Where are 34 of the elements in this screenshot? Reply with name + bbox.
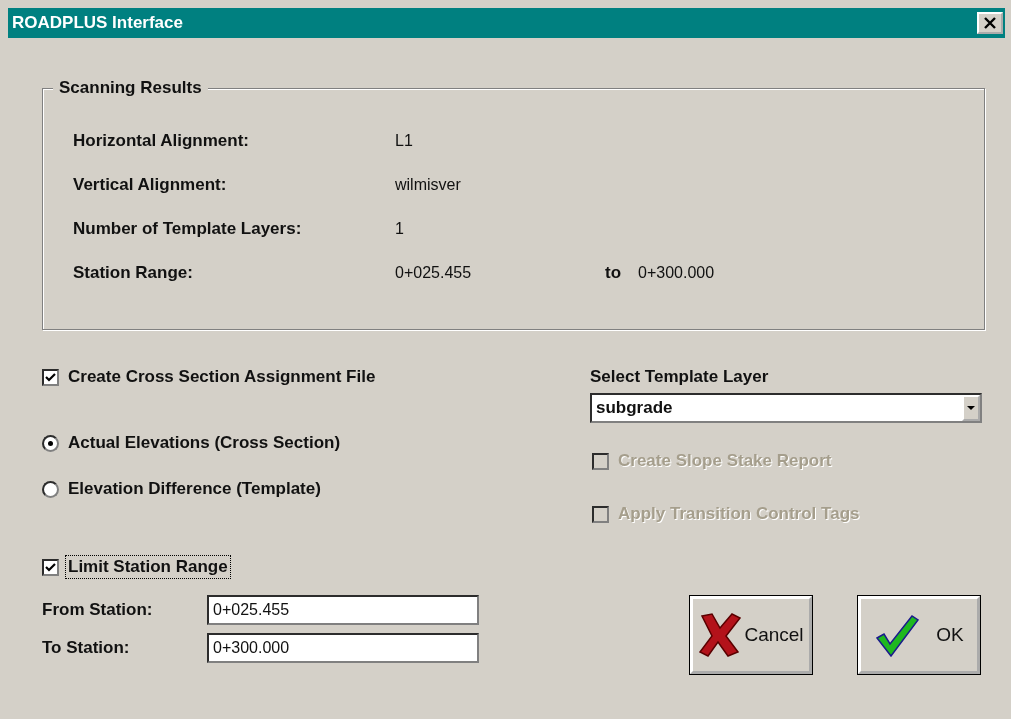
- result-value: 0+025.455: [395, 263, 472, 282]
- station-field[interactable]: 0+025.455: [207, 595, 479, 625]
- checkbox[interactable]: [42, 558, 59, 576]
- result-value: wilmisver: [395, 175, 461, 194]
- ok-button[interactable]: OK: [858, 596, 980, 674]
- station-field[interactable]: 0+300.000: [207, 633, 479, 663]
- close-button[interactable]: [977, 12, 1003, 34]
- cancel-button[interactable]: Cancel: [690, 596, 812, 674]
- result-value: L1: [395, 131, 413, 150]
- radio-label[interactable]: Actual Elevations (Cross Section): [66, 432, 343, 454]
- checkbox-label[interactable]: Create Cross Section Assignment File: [66, 366, 378, 388]
- check-icon: [45, 561, 56, 573]
- to-label: to: [605, 262, 623, 283]
- result-value: 0+300.000: [638, 263, 715, 282]
- checkbox[interactable]: [42, 368, 59, 386]
- result-value: 1: [395, 219, 404, 238]
- check-icon: [45, 371, 56, 383]
- field-label: From Station:: [42, 600, 154, 620]
- group-title: Scanning Results: [53, 78, 208, 98]
- close-icon: [983, 17, 997, 29]
- field-label: To Station:: [42, 638, 131, 658]
- result-label: Number of Template Layers:: [73, 218, 303, 239]
- cross-icon: [698, 612, 743, 658]
- template-layer-dropdown[interactable]: subgrade: [590, 393, 982, 423]
- window-title: ROADPLUS Interface: [12, 13, 183, 33]
- radio-label[interactable]: Elevation Difference (Template): [66, 478, 323, 500]
- result-label: Station Range:: [73, 262, 194, 283]
- radio-button[interactable]: [42, 480, 59, 498]
- checkmark-icon: [874, 612, 921, 658]
- checkbox-label[interactable]: Limit Station Range: [66, 556, 230, 578]
- template-layer-label: Select Template Layer: [590, 366, 770, 388]
- result-label: Vertical Alignment:: [73, 174, 228, 195]
- result-label: Horizontal Alignment:: [73, 130, 250, 151]
- radio-button[interactable]: [42, 434, 59, 452]
